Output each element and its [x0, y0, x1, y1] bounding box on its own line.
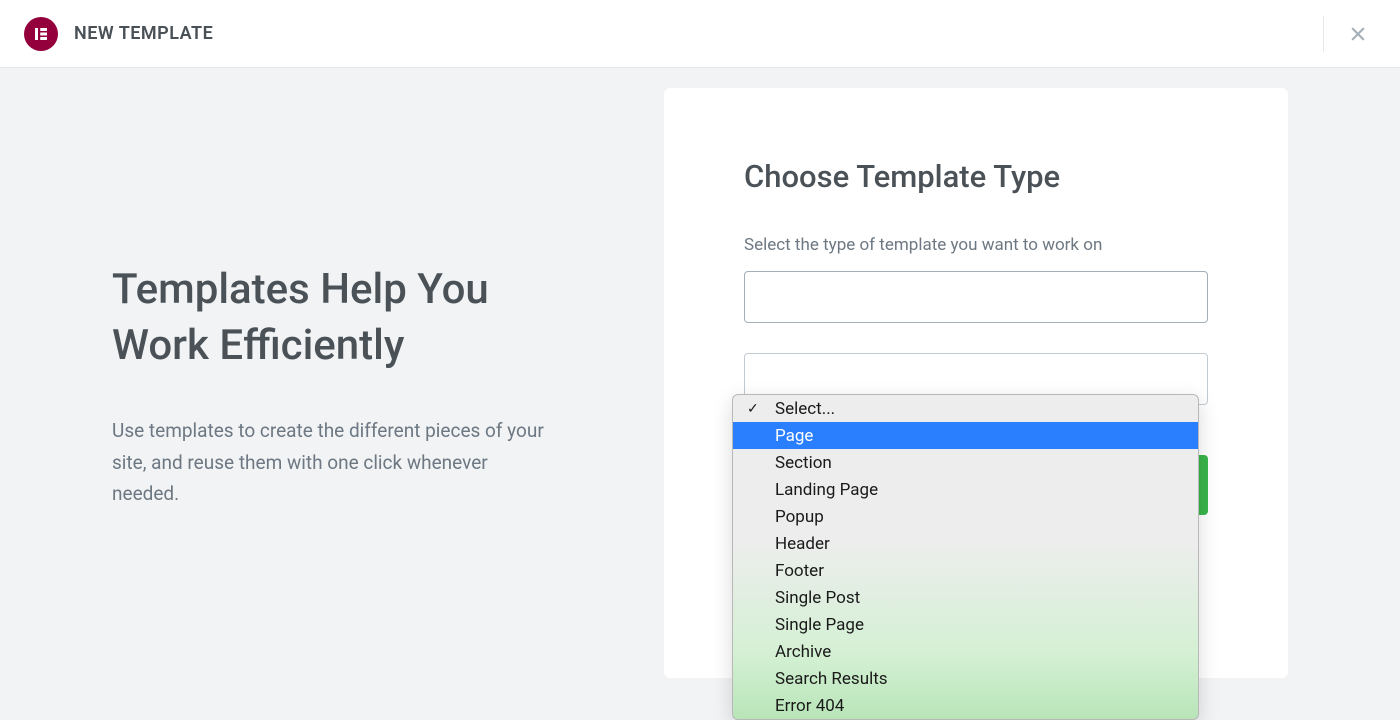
- dropdown-option[interactable]: Header: [733, 530, 1198, 557]
- template-type-dropdown: Select... PageSectionLanding PagePopupHe…: [732, 394, 1199, 720]
- dropdown-option[interactable]: Single Page: [733, 611, 1198, 638]
- info-panel: Templates Help You Work Efficiently Use …: [0, 88, 560, 683]
- dropdown-option[interactable]: Error 404: [733, 692, 1198, 719]
- form-panel: Choose Template Type Select the type of …: [664, 88, 1288, 678]
- modal-title: NEW TEMPLATE: [74, 23, 213, 44]
- dropdown-option[interactable]: Page: [733, 422, 1198, 449]
- elementor-logo-icon: [24, 17, 58, 51]
- modal-header: NEW TEMPLATE: [0, 0, 1400, 68]
- dropdown-option-placeholder[interactable]: Select...: [733, 395, 1198, 422]
- info-title: Templates Help You Work Efficiently: [112, 262, 560, 375]
- info-description: Use templates to create the different pi…: [112, 415, 552, 509]
- template-type-select[interactable]: [744, 271, 1208, 323]
- dropdown-option[interactable]: Popup: [733, 503, 1198, 530]
- select-wrapper: [744, 271, 1208, 323]
- select-label: Select the type of template you want to …: [744, 235, 1208, 255]
- close-button[interactable]: [1323, 16, 1376, 52]
- dropdown-option[interactable]: Single Post: [733, 584, 1198, 611]
- main-content: Templates Help You Work Efficiently Use …: [0, 68, 1400, 703]
- dropdown-option[interactable]: Search Results: [733, 665, 1198, 692]
- dropdown-option[interactable]: Footer: [733, 557, 1198, 584]
- dropdown-option[interactable]: Section: [733, 449, 1198, 476]
- form-title: Choose Template Type: [744, 158, 1208, 195]
- logo-container: NEW TEMPLATE: [24, 17, 213, 51]
- close-icon: [1348, 24, 1368, 44]
- dropdown-option[interactable]: Archive: [733, 638, 1198, 665]
- dropdown-option[interactable]: Landing Page: [733, 476, 1198, 503]
